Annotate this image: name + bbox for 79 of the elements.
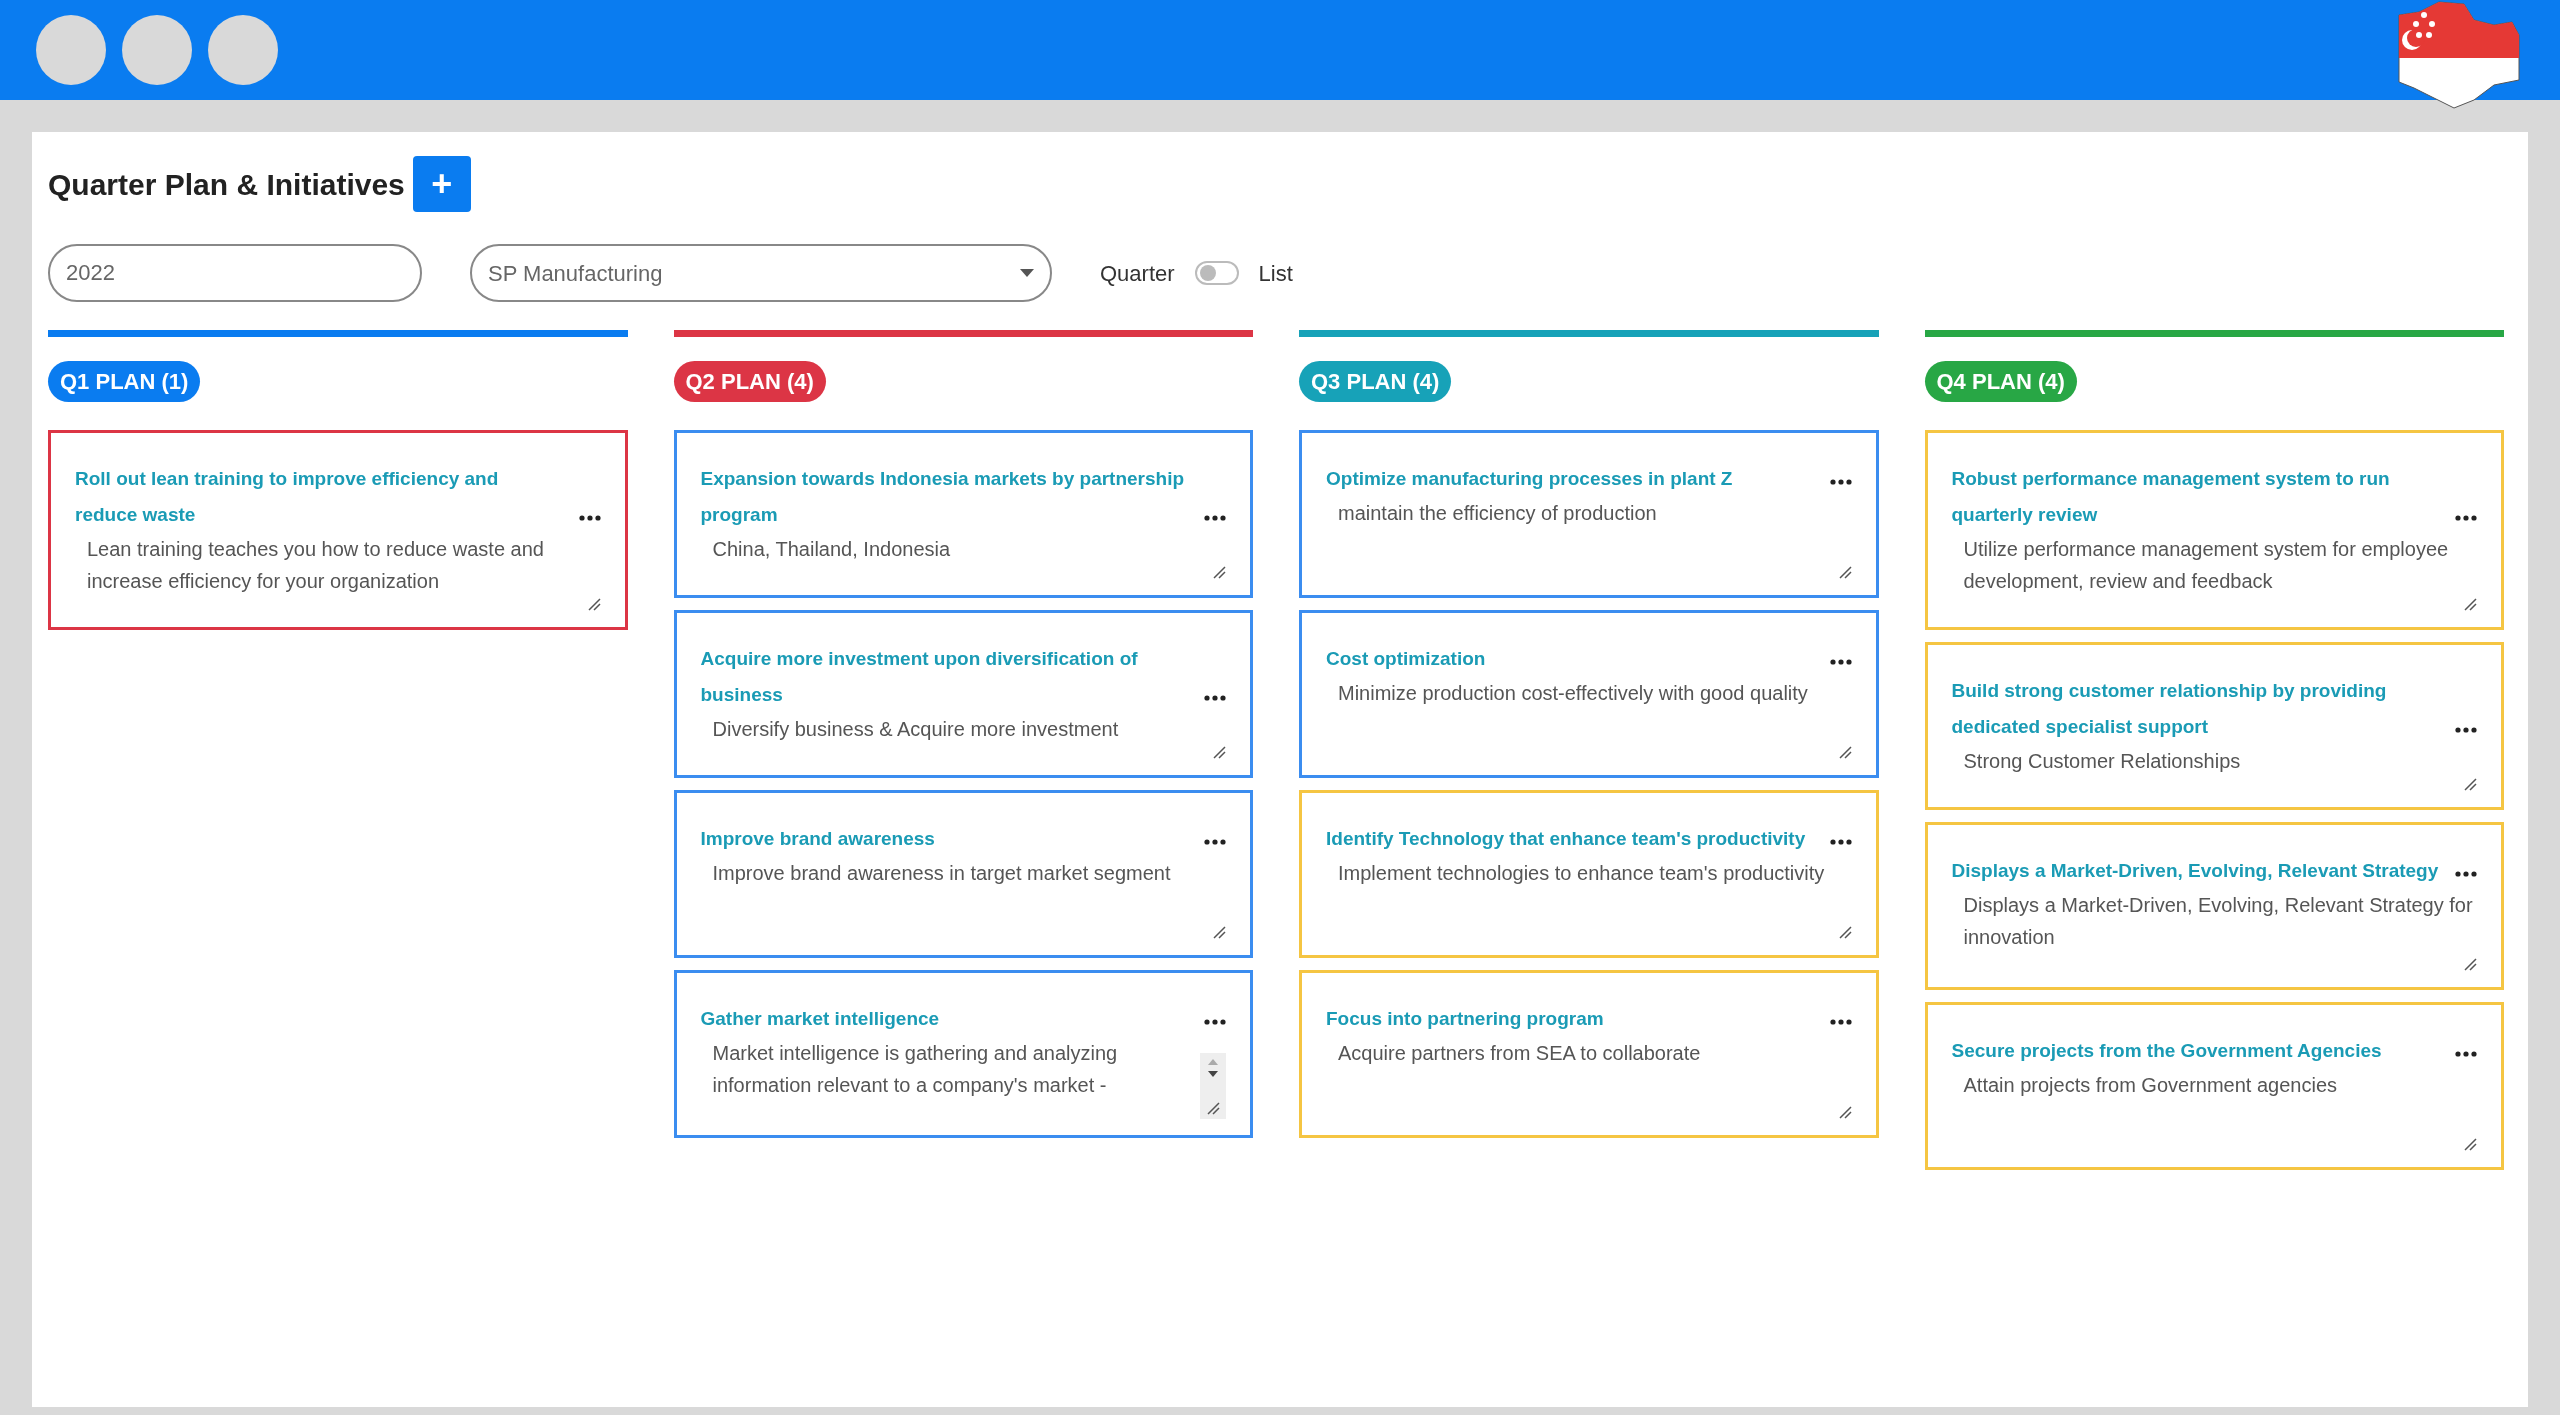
year-field[interactable]: 2022 bbox=[48, 244, 422, 302]
card-description: Market intelligence is gathering and analyzing information relevant to a company's market - bbox=[711, 1041, 1119, 1098]
more-options-icon[interactable] bbox=[2455, 871, 2477, 877]
resize-handle-icon[interactable] bbox=[2463, 597, 2477, 611]
page-title: Quarter Plan & Initiatives bbox=[48, 166, 405, 203]
quarter-badge: Q4 PLAN (4) bbox=[1924, 361, 2077, 402]
plan-card[interactable]: Identify Technology that enhance team's productivity Implement technologies to enhance team's productivity bbox=[1299, 790, 1879, 958]
more-options-icon[interactable] bbox=[1829, 479, 1852, 485]
card-title[interactable]: Roll out lean training to improve efficiency and reduce waste bbox=[75, 461, 563, 533]
plan-card[interactable]: Improve brand awareness Improve brand awareness in target market segment bbox=[673, 790, 1253, 958]
plan-card[interactable]: Acquire more investment upon diversification of business Diversify business & Acquire more investment bbox=[673, 610, 1253, 778]
card-description: maintain the efficiency of production bbox=[1337, 501, 1658, 526]
resize-handle-icon[interactable] bbox=[1212, 745, 1226, 759]
card-description: Improve brand awareness in target market segment bbox=[711, 861, 1172, 886]
card-description: Utilize performance management system for employee development, review and feedback bbox=[1962, 537, 2450, 594]
card-description: Implement technologies to enhance team's productivity bbox=[1337, 861, 1826, 886]
resize-handle-icon[interactable] bbox=[1837, 745, 1852, 759]
card-title[interactable]: Identify Technology that enhance team's productivity bbox=[1326, 821, 1814, 857]
plan-card[interactable]: Optimize manufacturing processes in plant Z maintain the efficiency of production bbox=[1299, 430, 1879, 598]
plan-card[interactable]: Focus into partnering program Acquire partners from SEA to collaborate bbox=[1299, 970, 1879, 1138]
card-title[interactable]: Cost optimization bbox=[1326, 641, 1814, 677]
card-title[interactable]: Displays a Market-Driven, Evolving, Relevant Strategy bbox=[1951, 853, 2439, 889]
caret-down-icon bbox=[1020, 269, 1034, 277]
card-title[interactable]: Gather market intelligence bbox=[700, 1001, 1188, 1037]
resize-handle-icon[interactable] bbox=[1837, 565, 1852, 579]
more-options-icon[interactable] bbox=[1204, 839, 1226, 845]
plan-card[interactable]: Robust performance management system to run quarterly review Utilize performance management system for employee development, review and feedback bbox=[1924, 430, 2504, 630]
card-description: Diversify business & Acquire more investment bbox=[711, 717, 1120, 742]
more-options-icon[interactable] bbox=[1829, 659, 1852, 665]
more-options-icon[interactable] bbox=[1204, 515, 1226, 521]
card-title[interactable]: Secure projects from the Government Agencies bbox=[1951, 1033, 2439, 1069]
resize-handle-icon[interactable] bbox=[2463, 957, 2477, 971]
resize-handle-icon[interactable] bbox=[2463, 1137, 2477, 1151]
resize-handle-icon[interactable] bbox=[1212, 565, 1226, 579]
card-description: China, Thailand, Indonesia bbox=[711, 537, 952, 562]
view-toggle[interactable] bbox=[1194, 261, 1239, 285]
scroll-arrows-icon[interactable] bbox=[1206, 1057, 1220, 1079]
card-title[interactable]: Focus into partnering program bbox=[1326, 1001, 1814, 1037]
more-options-icon[interactable] bbox=[2455, 727, 2477, 733]
plan-card[interactable]: Roll out lean training to improve efficiency and reduce waste Lean training teaches you how to reduce waste and increase efficiency for your organization bbox=[48, 430, 628, 630]
resize-handle-icon[interactable] bbox=[586, 597, 601, 611]
more-options-icon[interactable] bbox=[2455, 1051, 2477, 1057]
resize-handle-icon[interactable] bbox=[1837, 1105, 1852, 1119]
card-title[interactable]: Build strong customer relationship by providing dedicated specialist support bbox=[1951, 673, 2439, 745]
more-options-icon[interactable] bbox=[1204, 695, 1226, 701]
more-options-icon[interactable] bbox=[1829, 1019, 1852, 1025]
card-title[interactable]: Expansion towards Indonesia markets by partnership program bbox=[700, 461, 1188, 533]
plan-card[interactable]: Gather market intelligence Market intelligence is gathering and analyzing information relevant to a company's market - bbox=[673, 970, 1253, 1138]
card-description: Lean training teaches you how to reduce waste and increase efficiency for your organization bbox=[86, 537, 545, 594]
card-description: Acquire partners from SEA to collaborate bbox=[1337, 1041, 1702, 1066]
plan-card[interactable]: Secure projects from the Government Agencies Attain projects from Government agencies bbox=[1924, 1002, 2504, 1170]
plan-card[interactable]: Build strong customer relationship by providing dedicated specialist support Strong Customer Relationships bbox=[1924, 642, 2504, 810]
toggle-label: List bbox=[1258, 259, 1293, 288]
more-options-icon[interactable] bbox=[2455, 515, 2477, 521]
resize-handle-icon[interactable] bbox=[1206, 1101, 1220, 1115]
card-description: Displays a Market-Driven, Evolving, Relevant Strategy for innovation bbox=[1962, 893, 2474, 950]
card-title[interactable]: Acquire more investment upon diversification of business bbox=[700, 641, 1188, 713]
quarter-badge: Q3 PLAN (4) bbox=[1299, 361, 1452, 402]
card-description: Minimize production cost-effectively with good quality bbox=[1337, 681, 1809, 706]
plan-card[interactable]: Expansion towards Indonesia markets by partnership program China, Thailand, Indonesia bbox=[673, 430, 1253, 598]
toggle-label: Quarter bbox=[1100, 259, 1175, 288]
quarter-badge: Q1 PLAN (1) bbox=[48, 361, 201, 402]
resize-handle-icon[interactable] bbox=[1837, 925, 1852, 939]
card-title[interactable]: Improve brand awareness bbox=[700, 821, 1188, 857]
company-dropdown[interactable]: SP Manufacturing bbox=[470, 244, 1052, 302]
card-title[interactable]: Robust performance management system to run quarterly review bbox=[1951, 461, 2439, 533]
more-options-icon[interactable] bbox=[1829, 839, 1852, 845]
add-button[interactable]: + bbox=[412, 156, 471, 212]
resize-handle-icon[interactable] bbox=[1212, 925, 1226, 939]
card-title[interactable]: Optimize manufacturing processes in plant Z bbox=[1326, 461, 1814, 497]
more-options-icon[interactable] bbox=[578, 515, 601, 521]
card-description: Strong Customer Relationships bbox=[1962, 749, 2242, 774]
quarter-badge: Q2 PLAN (4) bbox=[673, 361, 826, 402]
card-description: Attain projects from Government agencies bbox=[1962, 1073, 2338, 1098]
more-options-icon[interactable] bbox=[1204, 1019, 1226, 1025]
scrollbar[interactable] bbox=[1200, 1053, 1226, 1119]
plan-card[interactable]: Cost optimization Minimize production cost-effectively with good quality bbox=[1299, 610, 1879, 778]
plan-card[interactable]: Displays a Market-Driven, Evolving, Relevant Strategy Displays a Market-Driven, Evolving, Relevant Strategy for innovation bbox=[1924, 822, 2504, 990]
resize-handle-icon[interactable] bbox=[2463, 777, 2477, 791]
